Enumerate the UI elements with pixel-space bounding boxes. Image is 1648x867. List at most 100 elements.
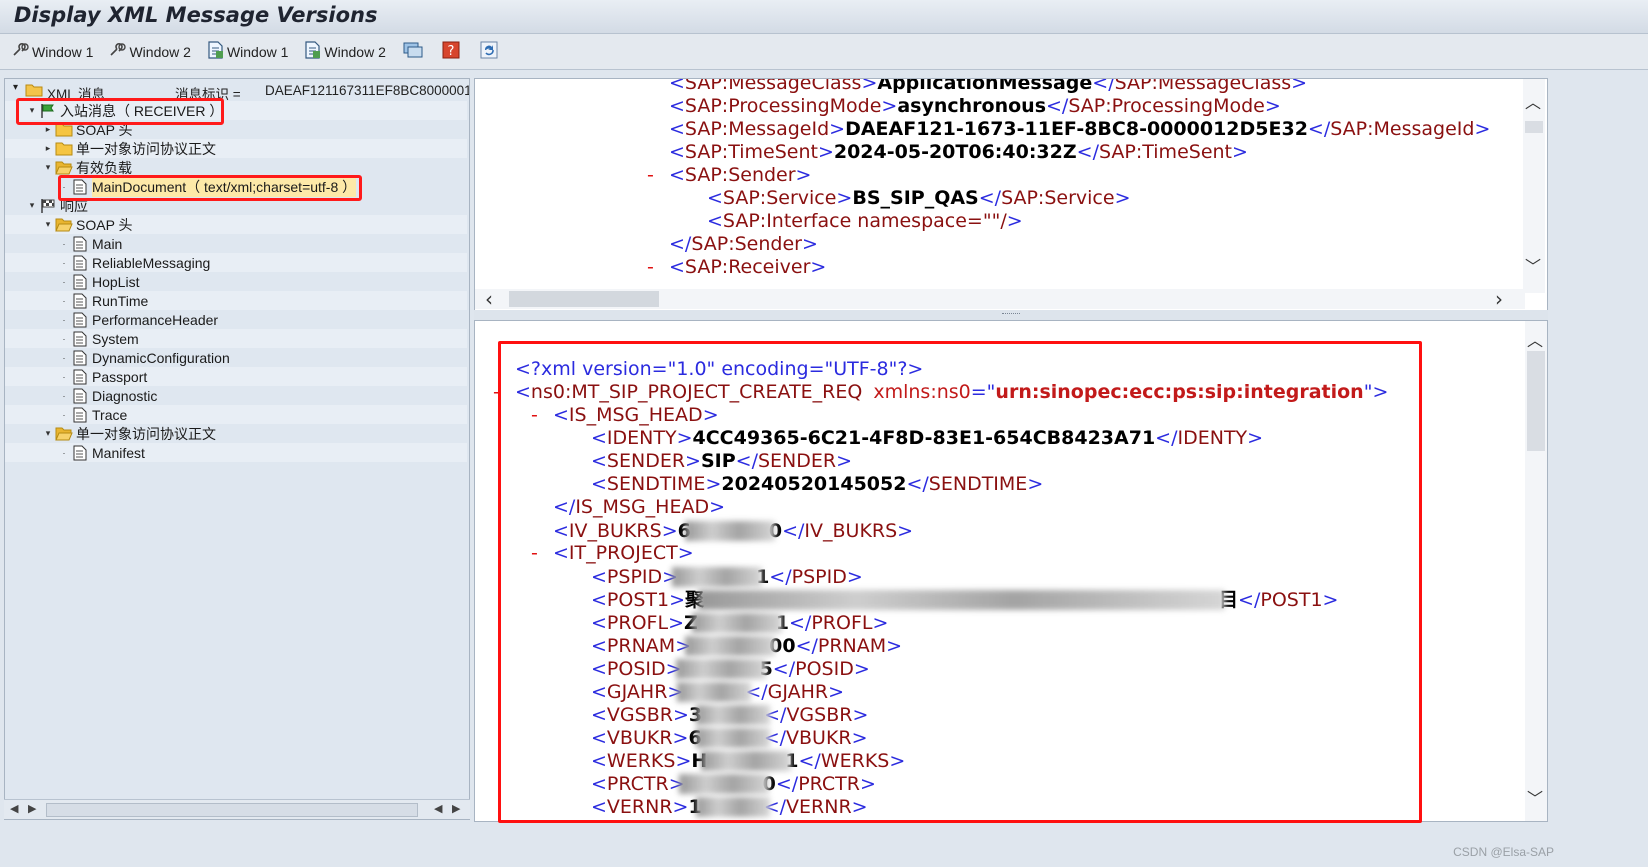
xml-bracket: > (881, 95, 898, 117)
tree-item[interactable]: · PerformanceHeader (5, 310, 467, 329)
document-icon (207, 41, 227, 62)
chevron-down-icon[interactable]: ﹀ (1525, 253, 1541, 277)
tree-item[interactable]: · RunTime (5, 291, 467, 310)
tree-item[interactable]: · Manifest (5, 443, 467, 462)
xml-bracket: > (795, 164, 812, 186)
leaf-dot-icon: · (62, 409, 66, 420)
svg-text:?: ? (447, 44, 454, 59)
chevron-right-icon[interactable]: › (1495, 287, 1503, 311)
scroll-thumb[interactable] (1525, 121, 1543, 133)
xml-line: - <SAP:Sender> (647, 164, 812, 187)
xml-bracket: > (829, 118, 846, 140)
xml-tag-name: SAP:Sender (684, 164, 796, 186)
collapse-toggle[interactable]: - (647, 164, 654, 187)
tree-item-label: System (92, 330, 139, 347)
xml-bracket: </ (1307, 118, 1331, 140)
scroll-thumb[interactable] (1527, 351, 1545, 451)
toolbar-window-button[interactable]: Window 2 (107, 39, 196, 65)
toolbar-button-label: Window 1 (226, 43, 289, 60)
xml-tag-name: SAP:Service (1001, 187, 1115, 209)
document-icon (71, 274, 89, 290)
toolbar-window-button[interactable]: Window 1 (205, 39, 294, 65)
tree-item[interactable]: · ReliableMessaging (5, 253, 467, 272)
document-icon (304, 41, 324, 62)
chevron-down-icon[interactable]: ▾ (43, 424, 53, 443)
chevron-up-icon[interactable]: ︿ (1525, 89, 1541, 113)
scroll-left-icon[interactable]: ◀ (10, 802, 18, 815)
document-icon (71, 331, 89, 347)
leaf-dot-icon: · (62, 276, 66, 287)
tree-item-label: Trace (92, 406, 128, 423)
leaf-dot-icon: · (62, 447, 66, 458)
xml-line: <SAP:ProcessingMode>asynchronous</SAP:Pr… (669, 95, 1281, 118)
xml-bracket: </ (669, 233, 692, 255)
chevron-up-icon[interactable]: ︿ (1527, 327, 1543, 351)
monitor-button[interactable] (400, 39, 426, 65)
tree-item[interactable]: · Passport (5, 367, 467, 386)
chevron-down-icon[interactable]: ▾ (43, 215, 53, 234)
chevron-left-icon[interactable]: ‹ (485, 287, 493, 311)
scroll-right-icon[interactable]: ▶ (28, 802, 36, 815)
highlight-inbound-message (16, 98, 224, 125)
xml-tag-name: SAP:Service (722, 187, 837, 209)
chevron-down-icon[interactable]: ▾ (43, 158, 53, 177)
document-icon (71, 312, 89, 328)
xml-bracket: > (1264, 95, 1281, 117)
pane-splitter[interactable] (474, 310, 1548, 320)
xml-bracket: > (836, 187, 853, 209)
xml-line: - <SAP:Receiver> (647, 256, 827, 279)
tree-item[interactable]: · Diagnostic (5, 386, 467, 405)
tree-item[interactable]: ▾ SOAP 头 (5, 215, 467, 234)
xml-tag-name: SAP:Interface namespace=""/ (722, 210, 1007, 232)
scroll-thumb[interactable] (509, 291, 659, 307)
chevron-down-icon[interactable]: ﹀ (1527, 785, 1543, 809)
leaf-dot-icon: · (62, 352, 66, 363)
top-vertical-scrollbar[interactable]: ︿ ﹀ (1523, 79, 1545, 293)
xml-bracket: > (801, 233, 818, 255)
tree-item-label: PerformanceHeader (92, 311, 219, 328)
document-icon (71, 236, 89, 252)
top-horizontal-scrollbar[interactable]: ‹ › (475, 287, 1525, 311)
collapse-toggle[interactable]: - (647, 256, 654, 279)
leaf-dot-icon: · (62, 333, 66, 344)
tree-item[interactable]: ▸ 单一对象访问协议正文 (5, 139, 467, 158)
tree-item-label: Passport (92, 368, 148, 385)
leaf-dot-icon: · (62, 238, 66, 249)
tree-item[interactable]: · DynamicConfiguration (5, 348, 467, 367)
toolbar-button-label: Window 2 (324, 43, 386, 60)
window-title: Display XML Message Versions (14, 3, 378, 27)
document-icon (71, 293, 89, 309)
chevron-down-icon[interactable]: ▾ (27, 196, 37, 215)
scroll-thumb[interactable] (46, 803, 418, 817)
chevron-down-icon[interactable]: ▾ (13, 82, 18, 93)
app-window: Display XML Message Versions Window 1 Win… (0, 0, 1648, 867)
toolbar-window-button[interactable]: Window 2 (302, 39, 391, 65)
xml-value: 2024-05-20T06:40:32Z (833, 141, 1077, 163)
help-button[interactable]: ? (438, 39, 464, 65)
xml-bracket: > (861, 78, 878, 94)
xml-line: </SAP:Sender> (669, 233, 818, 256)
scroll-right-icon[interactable]: ▶ (452, 802, 460, 815)
splitter-grip[interactable] (1002, 313, 1020, 315)
tree-item[interactable]: · Trace (5, 405, 467, 424)
xml-bracket: > (810, 256, 827, 278)
document-icon (71, 388, 89, 404)
tree-horizontal-scrollbar[interactable]: ◀ ▶ ◀ ▶ (4, 799, 470, 819)
tree-item[interactable]: ▾ 单一对象访问协议正文 (5, 424, 467, 443)
tree-item[interactable]: · HopList (5, 272, 467, 291)
tree-item[interactable]: · System (5, 329, 467, 348)
tree-item[interactable]: · Main (5, 234, 467, 253)
tree-item-label: RunTime (92, 292, 149, 309)
tool-icon (12, 42, 32, 61)
xml-bracket: </ (1046, 95, 1069, 117)
refresh-button[interactable] (476, 39, 502, 65)
xml-tag-name: SAP:Receiver (684, 256, 811, 278)
bottom-vertical-scrollbar[interactable]: ︿ ﹀ (1525, 321, 1547, 821)
scroll-left-icon[interactable]: ◀ (434, 802, 442, 815)
tree-item-label: HopList (92, 273, 140, 290)
soap-header-pane: <SAP:MessageClass>ApplicationMessage</SA… (474, 78, 1548, 316)
toolbar-window-button[interactable]: Window 1 (10, 39, 99, 65)
chevron-right-icon[interactable]: ▸ (43, 139, 53, 158)
document-icon (71, 369, 89, 385)
xml-value: BS_SIP_QAS (852, 187, 979, 209)
